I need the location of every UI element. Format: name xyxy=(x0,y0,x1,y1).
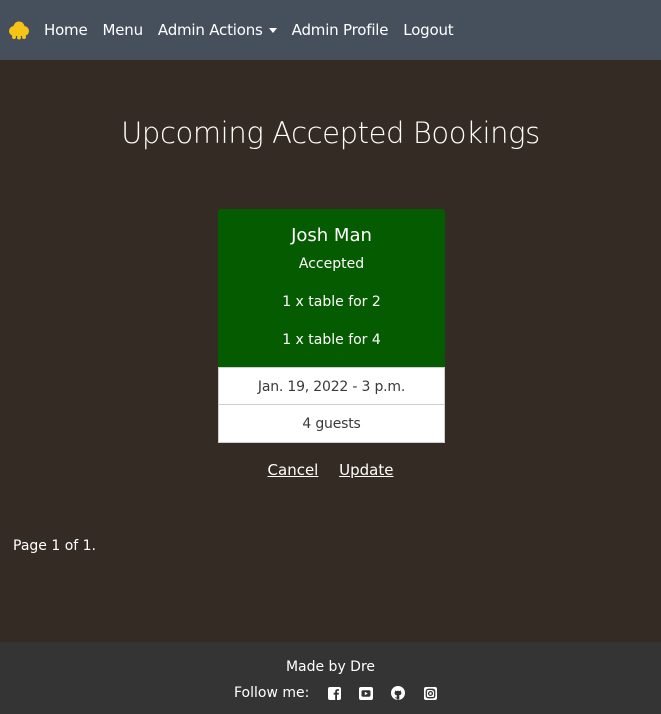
booking-datetime: Jan. 19, 2022 - 3 p.m. xyxy=(218,367,445,405)
footer-made-by: Made by Dre xyxy=(285,659,376,675)
youtube-icon[interactable] xyxy=(359,686,374,700)
facebook-icon[interactable] xyxy=(327,686,341,700)
booking-card-header: Josh Man Accepted 1 x table for 2 1 x ta… xyxy=(218,209,445,367)
booking-status: Accepted xyxy=(298,256,365,272)
instagram-icon[interactable] xyxy=(423,686,437,700)
footer: Made by Dre Follow me: xyxy=(0,642,661,714)
caret-down-icon xyxy=(268,27,277,33)
booking-table-line: 1 x table for 2 xyxy=(282,294,381,310)
booking-guest-name: Josh Man xyxy=(291,225,372,246)
footer-follow: Follow me: xyxy=(234,682,437,704)
nav-admin-profile[interactable]: Admin Profile xyxy=(292,21,389,39)
pagination-status: Page 1 of 1. xyxy=(13,538,97,554)
navbar: Home Menu Admin Actions Admin Profile Lo… xyxy=(0,0,661,60)
cancel-booking-link[interactable]: Cancel xyxy=(268,461,319,479)
github-icon[interactable] xyxy=(391,686,406,700)
booking-card: Josh Man Accepted 1 x table for 2 1 x ta… xyxy=(218,209,445,443)
nav-logout[interactable]: Logout xyxy=(403,21,453,39)
booking-actions: Cancel Update xyxy=(0,461,661,479)
follow-label: Follow me: xyxy=(234,685,310,701)
nav-admin-actions-dropdown[interactable]: Admin Actions xyxy=(158,21,277,39)
nav-admin-actions-label: Admin Actions xyxy=(157,21,263,39)
nav-home[interactable]: Home xyxy=(44,21,88,39)
booking-guest-count: 4 guests xyxy=(218,405,445,443)
brand-logo-icon[interactable] xyxy=(8,19,30,41)
page-title: Upcoming Accepted Bookings xyxy=(121,116,540,150)
booking-table-line: 1 x table for 4 xyxy=(282,332,381,348)
nav-menu[interactable]: Menu xyxy=(103,21,144,39)
update-booking-link[interactable]: Update xyxy=(339,461,393,479)
